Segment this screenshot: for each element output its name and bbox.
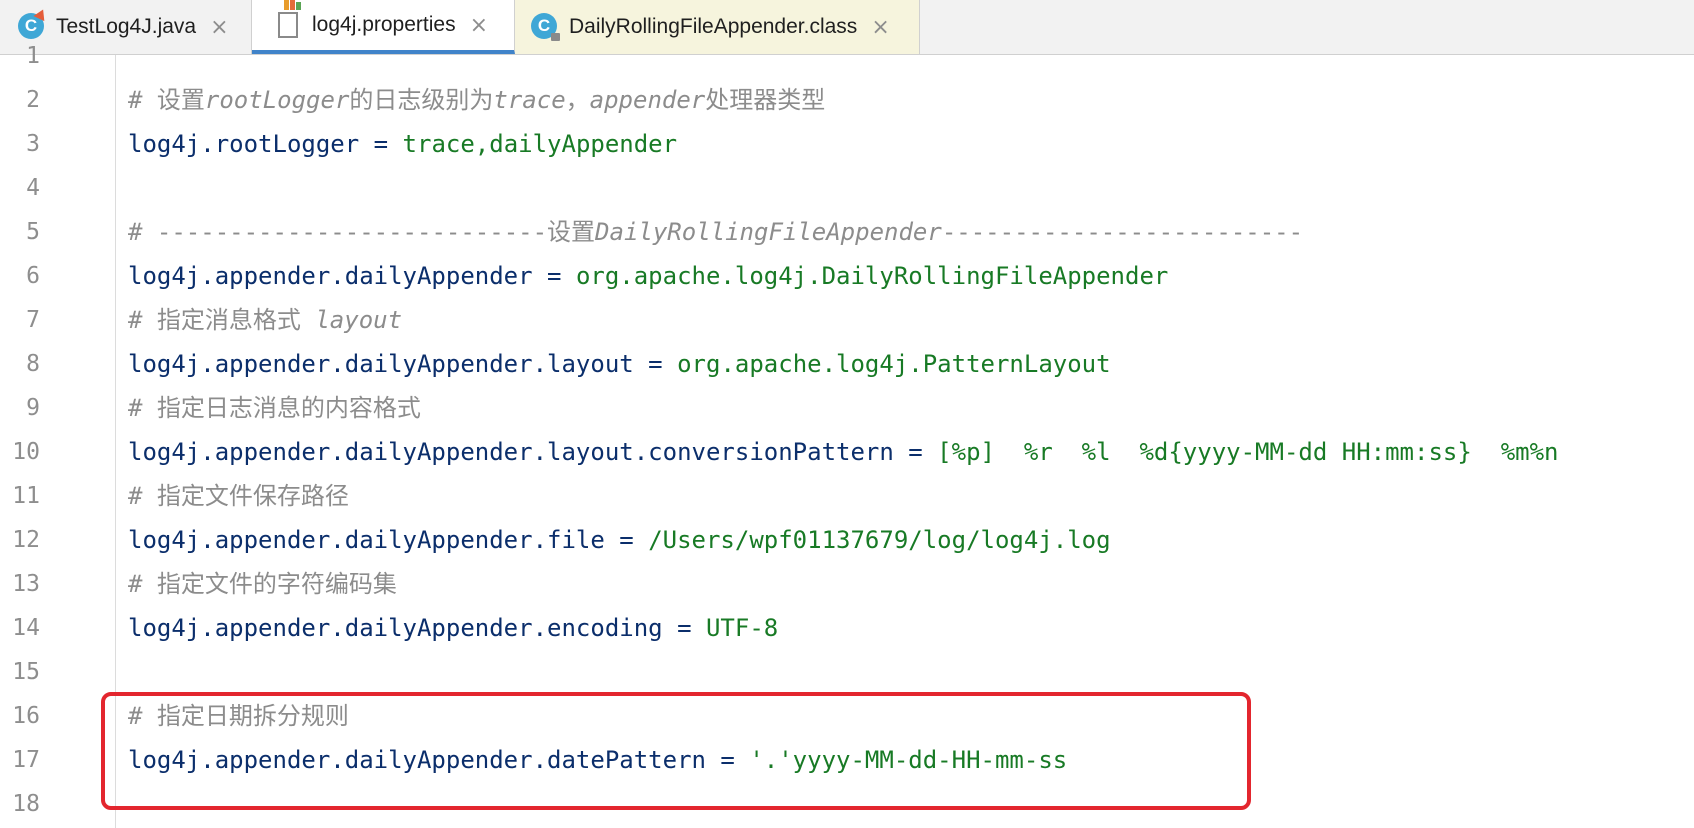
tab-log4j-properties[interactable]: log4j.properties × [252,0,515,54]
code-line-8: log4j.appender.dailyAppender.layout = or… [128,350,1111,378]
property-value: UTF-8 [705,614,779,642]
line-number: 11 [12,483,40,509]
tab-dailyrollingfileappender-class[interactable]: C DailyRollingFileAppender.class × [515,0,920,54]
line-number: 15 [12,659,40,685]
property-key: log4j.appender.dailyAppender.file [128,526,605,554]
property-key: log4j.rootLogger [128,130,360,158]
property-key: log4j.appender.dailyAppender.layout [128,350,634,378]
code-line-12: log4j.appender.dailyAppender.file = /Use… [128,526,1111,554]
property-key: log4j.appender.dailyAppender.layout.conv… [128,438,894,466]
code-line-3: log4j.rootLogger = trace,dailyAppender [128,130,678,158]
line-number: 16 [12,703,40,729]
line-number: 5 [26,219,40,245]
line-number: 18 [12,791,40,817]
tab-label: log4j.properties [312,13,456,36]
code-editor[interactable]: 1 2 3 4 5 6 7 8 9 10 11 12 13 14 15 16 1… [0,43,1694,828]
line-number: 8 [26,351,40,377]
property-key: log4j.appender.dailyAppender [128,262,533,290]
code-line-6: log4j.appender.dailyAppender = org.apach… [128,262,1169,290]
code-line-11-comment: # 指定文件保存路径 [128,482,349,510]
line-number: 9 [26,395,40,421]
tab-label: TestLog4J.java [56,15,197,38]
highlight-box [101,692,1251,810]
editor-tab-bar: C TestLog4J.java × log4j.properties × C … [0,0,1694,55]
close-icon[interactable]: × [210,15,228,40]
code-line-2-comment: # 设置rootLogger的日志级别为trace，appender处理器类型 [128,86,826,114]
line-number: 6 [26,263,40,289]
property-value: trace,dailyAppender [402,130,678,158]
tab-label: DailyRollingFileAppender.class [569,15,858,38]
code-line-7-comment: # 指定消息格式 layout [128,306,403,334]
properties-file-icon [274,0,302,39]
property-key: log4j.appender.dailyAppender.encoding [128,614,663,642]
property-value: org.apache.log4j.DailyRollingFileAppende… [575,262,1169,290]
property-value: org.apache.log4j.PatternLayout [677,350,1111,378]
line-number: 2 [26,87,40,113]
property-value: [%p] %r %l %d{yyyy-MM-dd HH:mm:ss} %m%n [937,438,1559,466]
line-number: 13 [12,571,40,597]
class-file-icon: C [531,13,560,41]
line-number: 3 [26,131,40,157]
code-line-13-comment: # 指定文件的字符编码集 [128,570,397,598]
close-icon[interactable]: × [871,15,889,40]
code-line-10: log4j.appender.dailyAppender.layout.conv… [128,438,1559,466]
code-line-5-comment: # ---------------------------设置DailyRoll… [128,218,1304,246]
line-number: 12 [12,527,40,553]
line-number: 14 [12,615,40,641]
property-value: /Users/wpf01137679/log/log4j.log [648,526,1111,554]
line-number: 7 [26,307,40,333]
code-line-14: log4j.appender.dailyAppender.encoding = … [128,614,779,642]
close-icon[interactable]: × [470,13,488,38]
line-number: 4 [26,175,40,201]
line-number: 1 [26,43,40,69]
code-line-9-comment: # 指定日志消息的内容格式 [128,394,421,422]
line-number: 17 [12,747,40,773]
